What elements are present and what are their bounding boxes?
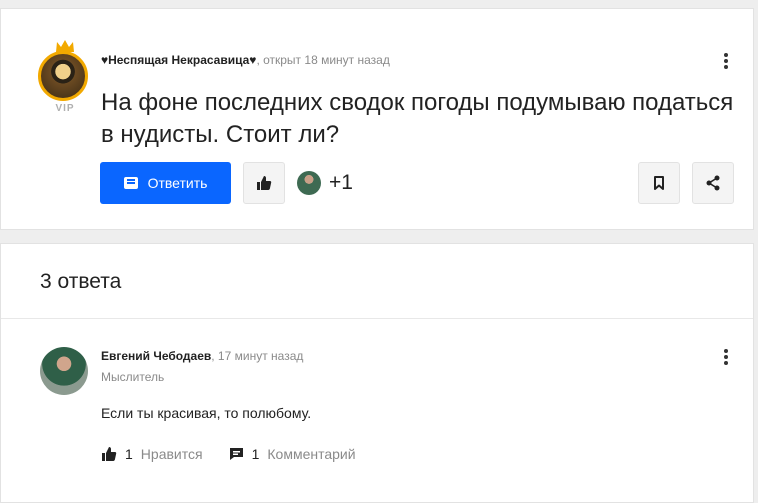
avatar xyxy=(38,51,88,101)
answer-text: Если ты красивая, то полюбому. xyxy=(101,405,312,421)
vip-badge: VIP xyxy=(55,103,75,114)
answer-like-count: 1 xyxy=(125,446,133,462)
bookmark-button[interactable] xyxy=(638,162,680,204)
answer-comment-button[interactable]: Комментарий xyxy=(267,446,355,462)
question-meta: ♥Неспящая Некрасавица♥, открыт 18 минут … xyxy=(101,53,390,67)
answer-button[interactable]: Ответить xyxy=(100,162,231,204)
share-icon xyxy=(706,175,720,191)
thumbs-up-icon[interactable] xyxy=(101,446,117,462)
bookmark-icon xyxy=(654,176,664,190)
question-card: VIP ♥Неспящая Некрасавица♥, открыт 18 ми… xyxy=(0,8,754,230)
answer-meta: Евгений Чебодаев, 17 минут назад xyxy=(101,349,303,363)
avatar[interactable] xyxy=(40,347,88,395)
liker-avatar[interactable] xyxy=(297,171,321,195)
answer-actions: 1 Нравится 1 Комментарий xyxy=(101,446,356,462)
answer-comment-count: 1 xyxy=(251,446,260,462)
chat-bubble-icon[interactable] xyxy=(229,447,244,461)
question-author-link[interactable]: ♥Неспящая Некрасавица♥ xyxy=(101,53,256,67)
chat-bubble-icon xyxy=(123,177,138,189)
kebab-menu-icon[interactable] xyxy=(723,53,729,71)
answers-card: 3 ответа Евгений Чебодаев, 17 минут наза… xyxy=(0,243,754,503)
divider xyxy=(1,318,753,319)
answer-like-button[interactable]: Нравится xyxy=(141,446,203,462)
likes-extra-count[interactable]: +1 xyxy=(329,171,353,195)
answer-button-label: Ответить xyxy=(147,175,208,191)
author-avatar-vip[interactable]: VIP xyxy=(36,39,94,125)
answer-author-link[interactable]: Евгений Чебодаев xyxy=(101,349,211,363)
question-time: , открыт 18 минут назад xyxy=(256,53,390,67)
answer-time: , 17 минут назад xyxy=(211,349,304,363)
question-title: На фоне последних сводок погоды подумыва… xyxy=(101,89,734,148)
share-button[interactable] xyxy=(692,162,734,204)
answers-count: 3 ответа xyxy=(40,270,122,293)
answer-author-role: Мыслитель xyxy=(101,370,165,384)
like-button[interactable] xyxy=(243,162,285,204)
thumbs-up-icon xyxy=(257,176,272,190)
kebab-menu-icon[interactable] xyxy=(723,349,729,367)
